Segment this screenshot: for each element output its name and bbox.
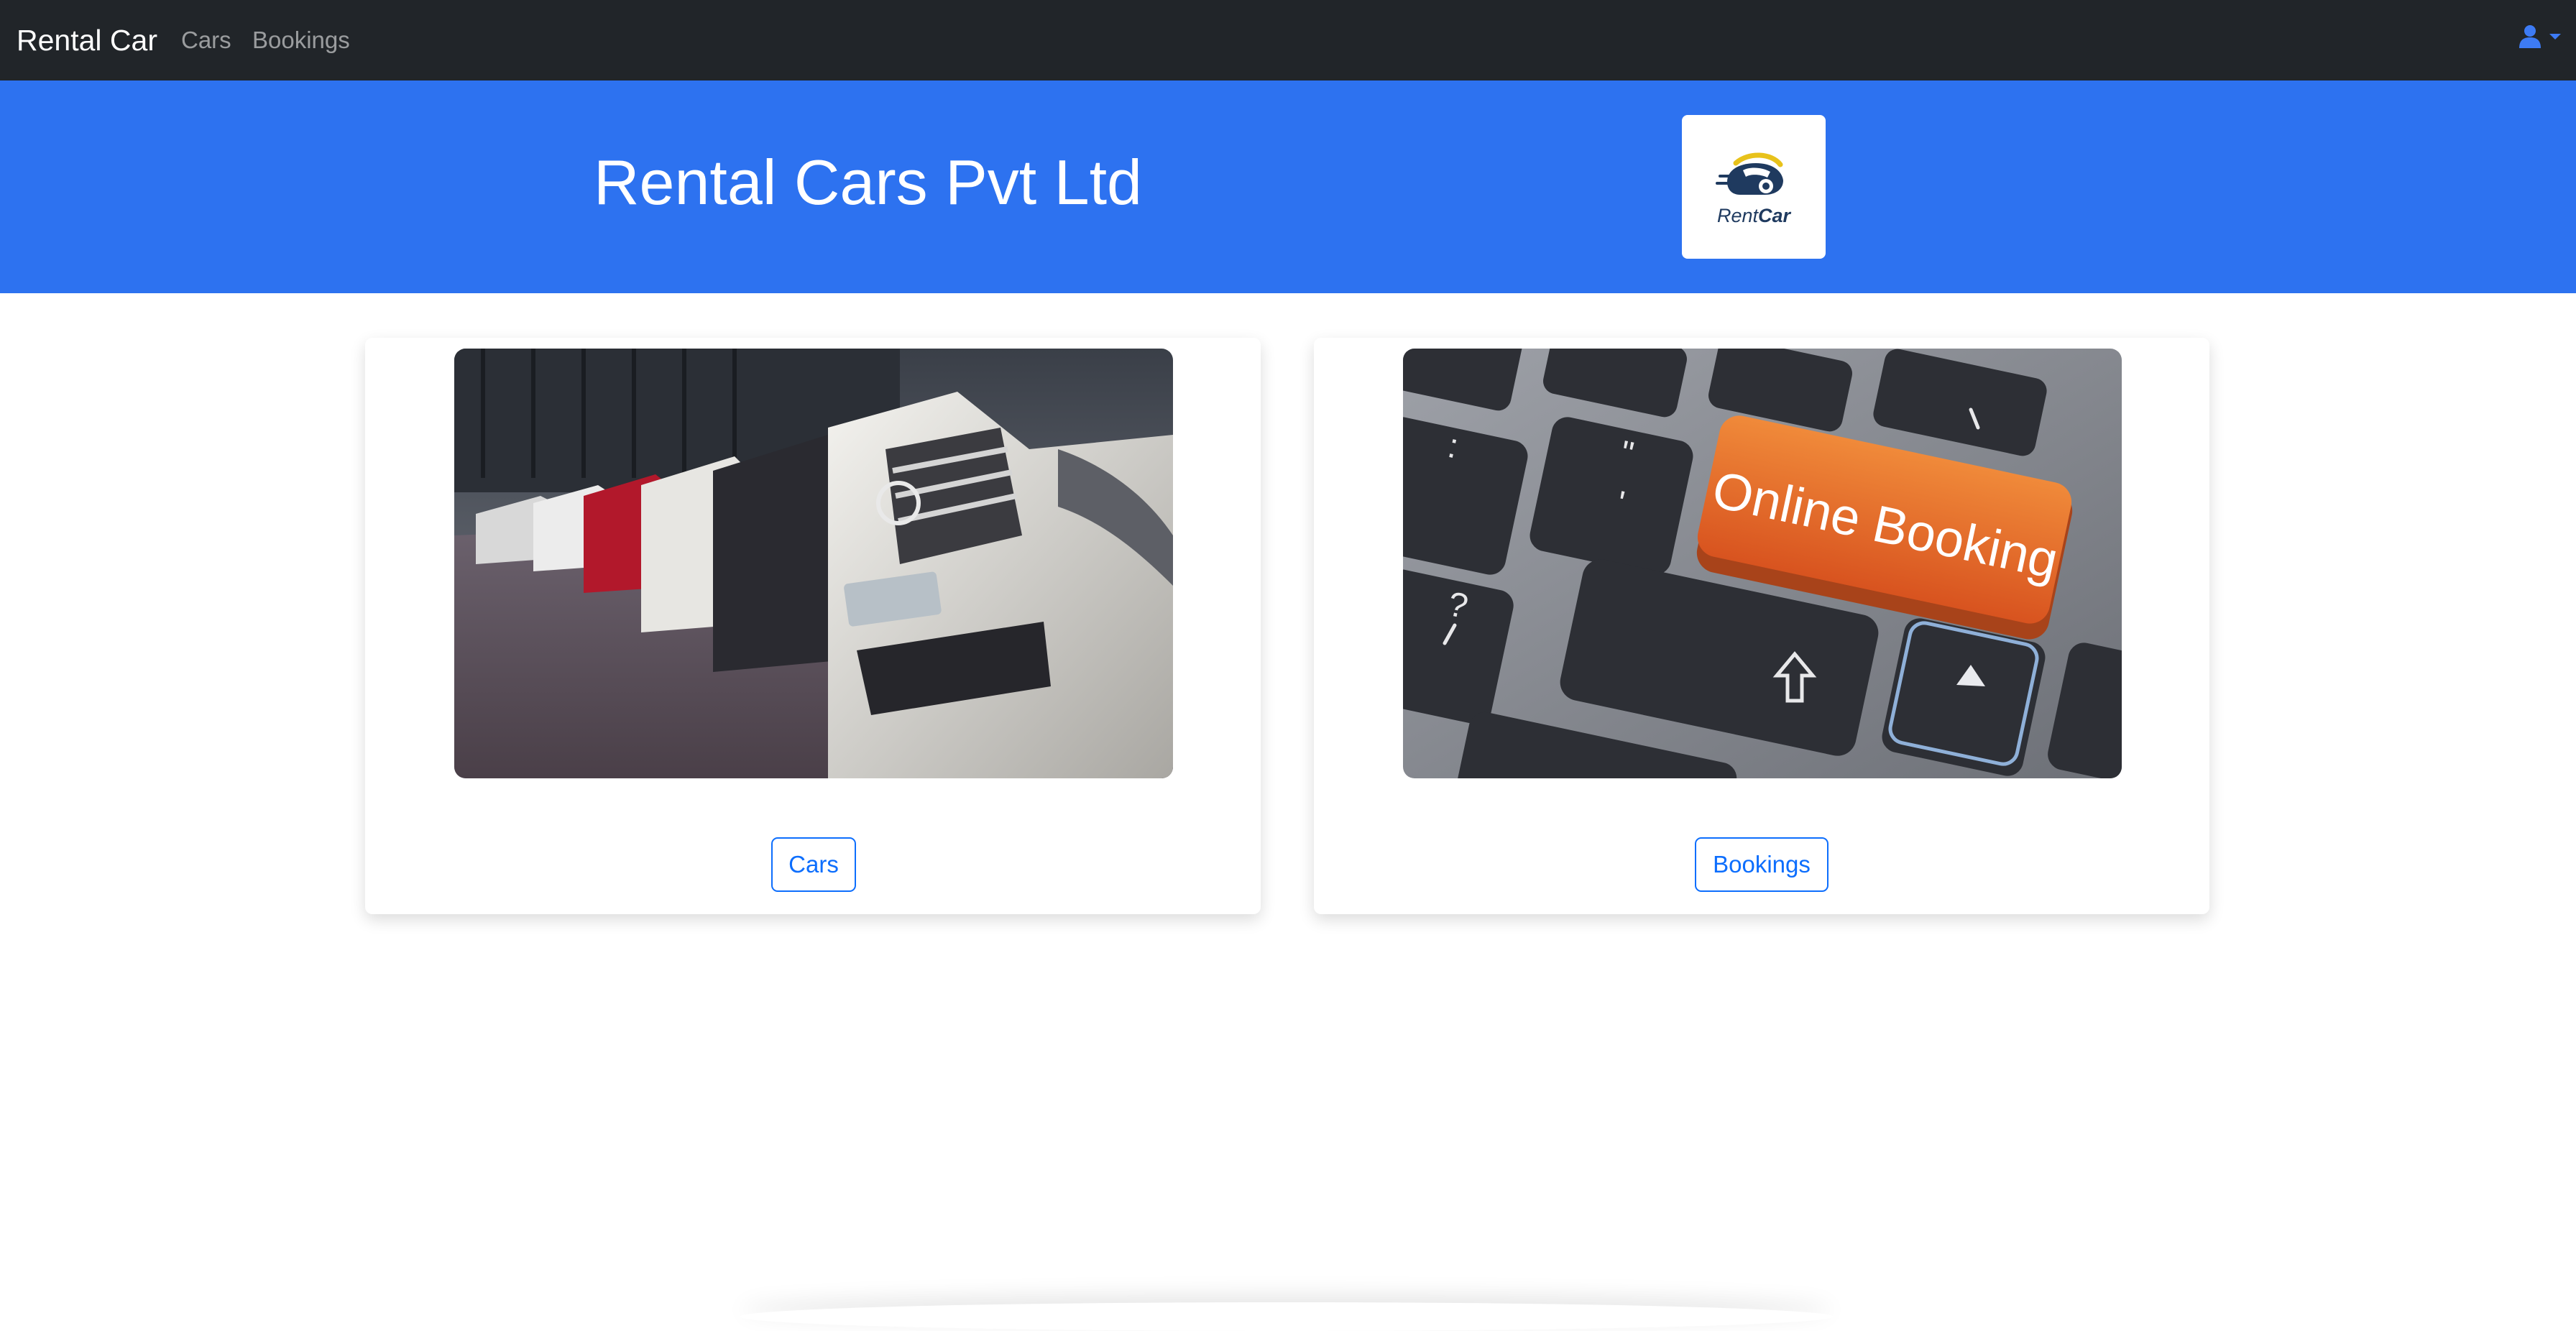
online-booking-image: Online Booking ? " ' : <box>1403 349 2122 778</box>
logo-text-bold: Car <box>1758 204 1791 226</box>
card-bookings: Online Booking ? " ' : Bookings <box>1314 338 2209 914</box>
nav-link-bookings[interactable]: Bookings <box>252 24 350 56</box>
rentcar-logo: RentCar <box>1682 115 1826 259</box>
hero-banner <box>0 80 2576 293</box>
navbar-brand[interactable]: Rental Car <box>17 23 157 57</box>
parked-cars-image <box>454 349 1173 778</box>
car-logo-icon <box>1716 152 1783 195</box>
page-title: Rental Cars Pvt Ltd <box>594 147 1142 218</box>
top-navbar: Rental Car Cars Bookings <box>0 0 2576 80</box>
logo-wordmark: RentCar <box>1717 205 1790 227</box>
card-cars: Cars <box>365 338 1261 914</box>
bottom-footer-shadow <box>740 1302 1833 1331</box>
cars-button[interactable]: Cars <box>771 837 856 892</box>
bookings-button[interactable]: Bookings <box>1695 837 1828 892</box>
caret-down-icon <box>2549 32 2562 41</box>
user-icon <box>2518 24 2542 49</box>
logo-text-regular: Rent <box>1716 204 1758 226</box>
user-menu-toggle[interactable] <box>2518 24 2562 49</box>
nav-link-cars[interactable]: Cars <box>181 24 231 56</box>
